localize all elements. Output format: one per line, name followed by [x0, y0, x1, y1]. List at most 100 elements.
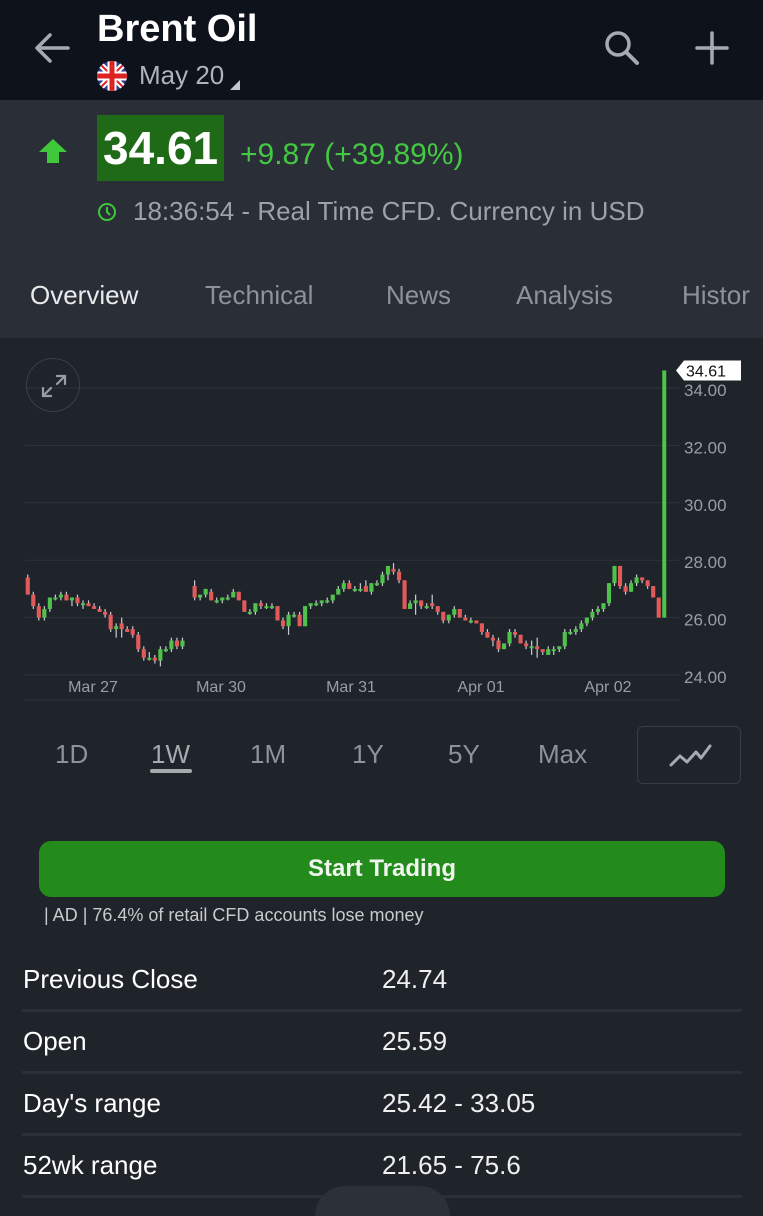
candle-body	[413, 600, 418, 604]
x-tick-label: Mar 27	[68, 679, 118, 696]
candle-body	[225, 597, 230, 600]
candle-body	[352, 588, 357, 591]
stat-label: 52wk range	[23, 1150, 158, 1180]
candle-body	[656, 597, 661, 618]
search-icon	[605, 31, 639, 65]
search-button[interactable]	[600, 26, 644, 70]
candle-body	[341, 583, 346, 589]
tab-news[interactable]: News	[386, 280, 451, 311]
back-button[interactable]	[30, 28, 74, 68]
bottom-sheet-handle[interactable]	[315, 1186, 450, 1216]
candle-body	[430, 603, 435, 607]
candle-body	[336, 588, 341, 595]
candle-body	[231, 591, 236, 598]
candle-body	[441, 611, 446, 621]
candle-body	[325, 600, 330, 603]
candle-body	[535, 646, 540, 650]
candle-body	[53, 597, 58, 600]
candle-body	[31, 594, 36, 607]
range-1y[interactable]: 1Y	[352, 739, 384, 770]
candle-body	[198, 594, 203, 598]
candle-body	[291, 614, 297, 617]
active-tab-indicator	[81, 330, 97, 338]
candle-body	[629, 583, 634, 592]
candle-body	[330, 594, 335, 601]
candle-body	[501, 643, 507, 650]
candle-body	[573, 629, 578, 632]
range-1m[interactable]: 1M	[250, 739, 286, 770]
candle-body	[308, 603, 313, 607]
stat-value: 21.65 - 75.6	[382, 1150, 521, 1180]
add-to-watchlist-button[interactable]	[690, 26, 734, 70]
candle-body	[119, 623, 124, 630]
candle-body	[269, 606, 275, 609]
candle-body	[557, 646, 562, 650]
candle-body	[452, 608, 457, 615]
y-tick-label: 24.00	[684, 668, 727, 687]
tab-overview[interactable]: Overview	[30, 280, 138, 311]
section-tabs: Overview Technical News Analysis Histor	[0, 248, 763, 338]
candle-body	[474, 620, 479, 624]
candle-body	[275, 606, 280, 621]
candle-body	[640, 577, 645, 581]
stat-row: Open 25.59	[22, 1012, 742, 1074]
plus-icon	[695, 31, 729, 65]
candle-body	[369, 583, 374, 592]
tab-historical[interactable]: Histor	[682, 280, 750, 311]
candle-body	[108, 614, 113, 630]
candle-body	[479, 623, 484, 632]
candle-body	[396, 571, 402, 581]
contract-selector[interactable]: May 20	[97, 60, 241, 91]
tab-technical[interactable]: Technical	[205, 280, 313, 311]
chart-type-button[interactable]	[637, 726, 741, 784]
candle-body	[358, 588, 363, 591]
candle-body	[468, 620, 473, 623]
candle-body	[169, 640, 174, 650]
candle-body	[130, 629, 135, 635]
candle-body	[601, 603, 606, 609]
last-price-tag-text: 34.61	[686, 363, 726, 380]
candle-body	[419, 600, 424, 607]
candle-body	[529, 646, 534, 649]
candle-body	[606, 583, 612, 604]
candle-body	[402, 580, 407, 609]
tab-analysis[interactable]: Analysis	[516, 280, 613, 311]
candle-body	[562, 631, 567, 647]
price-chart[interactable]: 24.00 26.00 28.00 30.00 32.00 34.00 Mar 27 Mar…	[0, 338, 763, 708]
candle-body	[645, 580, 650, 587]
candle-body	[524, 643, 529, 647]
candle-body	[125, 629, 130, 632]
arrow-left-icon	[35, 33, 70, 63]
candle-body	[446, 614, 451, 621]
candle-body	[612, 565, 617, 584]
stat-label: Day's range	[23, 1088, 161, 1118]
range-1d[interactable]: 1D	[55, 739, 88, 770]
y-tick-label: 34.00	[684, 381, 727, 400]
candle-body	[180, 640, 185, 647]
candle-body	[634, 577, 639, 584]
range-5y[interactable]: 5Y	[448, 739, 480, 770]
candle-body	[546, 649, 551, 655]
candle-body	[408, 603, 413, 609]
candle-body	[86, 603, 91, 607]
instrument-title: Brent Oil	[97, 8, 258, 50]
candle-body	[496, 640, 501, 650]
candle-body	[485, 631, 490, 638]
candle-body	[75, 597, 80, 604]
range-1w[interactable]: 1W	[151, 739, 190, 770]
stat-row: Previous Close 24.74	[22, 950, 742, 1012]
candle-body	[391, 568, 396, 572]
candle-body	[380, 574, 385, 584]
candle-body	[242, 600, 247, 612]
fullscreen-button[interactable]	[26, 358, 80, 412]
candle-body	[258, 603, 263, 607]
y-tick-label: 32.00	[684, 438, 727, 457]
start-trading-button[interactable]: Start Trading	[39, 841, 725, 897]
candle-body	[490, 637, 496, 641]
range-max[interactable]: Max	[538, 739, 587, 770]
candle-body	[36, 606, 41, 618]
candle-body	[617, 565, 623, 587]
arrow-up-icon	[37, 137, 69, 165]
candle-body	[114, 626, 119, 630]
candle-body	[551, 649, 556, 652]
